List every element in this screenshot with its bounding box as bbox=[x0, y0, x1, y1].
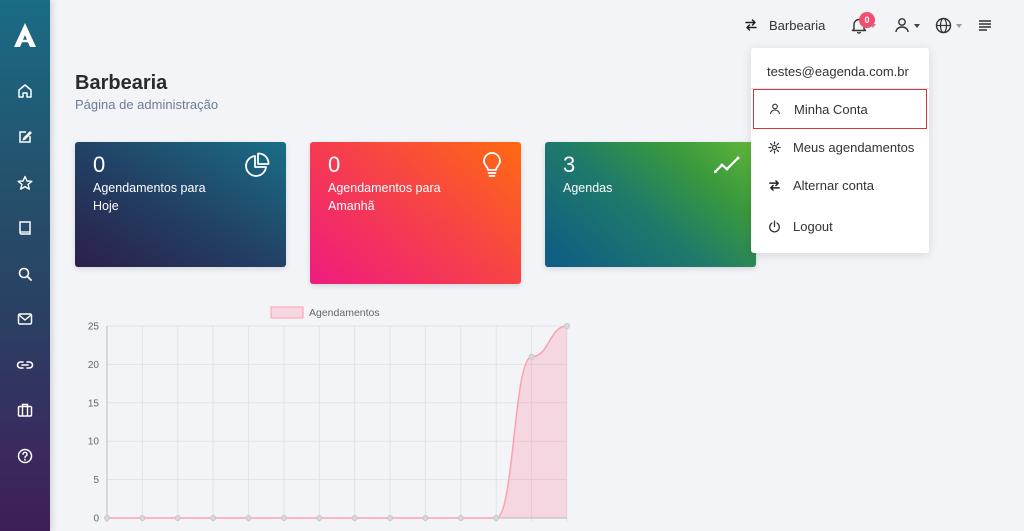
menu-item-switch-account[interactable]: Alternar conta bbox=[753, 165, 927, 205]
switch-icon bbox=[767, 178, 781, 192]
menu-item-my-appointments[interactable]: Meus agendamentos bbox=[753, 127, 927, 167]
edit-icon[interactable] bbox=[15, 127, 35, 147]
data-point bbox=[351, 515, 358, 521]
menu-item-label: Alternar conta bbox=[793, 177, 874, 193]
user-icon bbox=[895, 18, 909, 33]
y-tick-label: 10 bbox=[88, 437, 100, 448]
page-title: Barbearia bbox=[75, 72, 168, 94]
link-icon[interactable] bbox=[15, 355, 35, 375]
y-tick-label: 5 bbox=[93, 475, 99, 486]
data-point bbox=[245, 515, 252, 521]
pie-chart-icon bbox=[245, 152, 270, 177]
user-email: testes@eagenda.com.br bbox=[767, 64, 909, 79]
data-point bbox=[104, 515, 110, 521]
book-icon[interactable] bbox=[15, 218, 35, 238]
briefcase-icon[interactable] bbox=[15, 400, 35, 420]
y-tick-label: 15 bbox=[88, 398, 100, 409]
card-schedules[interactable]: 3 Agendas bbox=[545, 142, 756, 267]
menu-item-label: Meus agendamentos bbox=[793, 139, 915, 155]
legend-swatch bbox=[270, 306, 304, 319]
user-icon bbox=[768, 102, 782, 116]
switch-icon bbox=[745, 19, 757, 31]
user-menu-button[interactable] bbox=[894, 13, 920, 37]
data-point bbox=[316, 515, 323, 521]
data-point bbox=[174, 515, 181, 521]
series-line bbox=[107, 325, 568, 519]
data-point bbox=[564, 323, 570, 329]
lightbulb-icon bbox=[483, 152, 501, 177]
card-label: Agendas bbox=[563, 181, 613, 195]
help-icon[interactable] bbox=[15, 446, 35, 466]
legend-label: Agendamentos bbox=[309, 307, 380, 319]
menu-item-my-account[interactable]: Minha Conta bbox=[753, 89, 927, 129]
search-icon[interactable] bbox=[15, 264, 35, 284]
card-value: 3 bbox=[563, 152, 577, 177]
star-icon[interactable] bbox=[15, 173, 35, 193]
card-label: Agendamentos para Hoje bbox=[93, 181, 206, 213]
data-point bbox=[422, 515, 429, 521]
notifications-button[interactable]: 0 bbox=[851, 11, 876, 37]
y-tick-label: 25 bbox=[88, 322, 100, 333]
page-subtitle: Página de administração bbox=[75, 97, 219, 112]
language-button[interactable] bbox=[935, 13, 962, 37]
home-icon[interactable] bbox=[15, 81, 35, 101]
mail-icon[interactable] bbox=[15, 309, 35, 329]
card-label: Agendamentos para Amanhã bbox=[328, 181, 441, 213]
y-tick-label: 20 bbox=[88, 360, 100, 371]
menu-toggle-button[interactable] bbox=[978, 13, 992, 37]
menu-item-label: Minha Conta bbox=[794, 101, 868, 117]
account-name: Barbearia bbox=[769, 17, 826, 33]
power-icon bbox=[767, 219, 781, 233]
data-point bbox=[280, 515, 287, 521]
account-switcher[interactable]: Barbearia bbox=[744, 13, 825, 37]
data-point bbox=[387, 515, 394, 521]
card-today[interactable]: 0 Agendamentos para Hoje bbox=[75, 142, 286, 267]
data-point bbox=[528, 353, 535, 360]
chevron-down-icon bbox=[956, 24, 962, 28]
data-point bbox=[493, 515, 500, 521]
data-point bbox=[457, 515, 464, 521]
data-point bbox=[210, 515, 217, 521]
card-value: 0 bbox=[93, 152, 107, 177]
user-dropdown-menu: testes@eagenda.com.br Minha Conta Meus a… bbox=[751, 48, 929, 253]
trending-up-icon bbox=[714, 156, 740, 174]
menu-icon bbox=[979, 20, 991, 31]
menu-item-logout[interactable]: Logout bbox=[753, 206, 927, 246]
gear-icon bbox=[767, 140, 781, 154]
card-tomorrow[interactable]: 0 Agendamentos para Amanhã bbox=[310, 142, 521, 284]
notification-badge: 0 bbox=[859, 11, 875, 28]
topbar bbox=[50, 0, 1024, 50]
y-tick-label: 0 bbox=[93, 514, 99, 525]
sidebar bbox=[0, 0, 50, 531]
card-value: 0 bbox=[328, 152, 342, 177]
appointments-chart: 0 5 10 15 20 25 Agendamentos bbox=[88, 306, 570, 525]
series-area bbox=[107, 326, 567, 518]
data-point bbox=[139, 515, 146, 521]
globe-icon bbox=[935, 17, 952, 33]
chevron-down-icon bbox=[914, 24, 920, 28]
menu-item-label: Logout bbox=[793, 218, 833, 234]
app-logo-icon[interactable] bbox=[13, 22, 37, 48]
